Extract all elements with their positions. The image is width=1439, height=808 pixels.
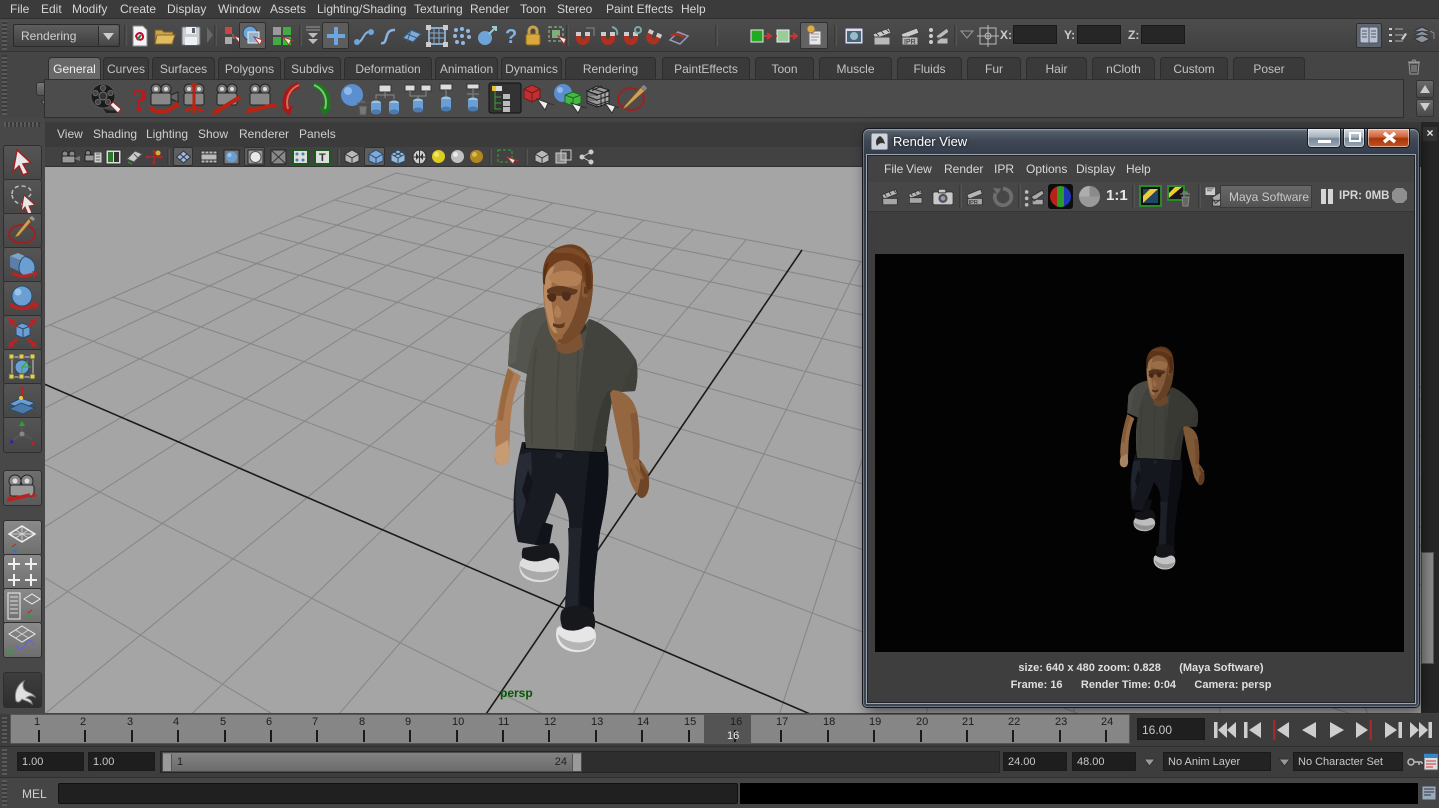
svg-text:?: ? [505, 26, 517, 48]
svg-text:IPR: IPR [969, 200, 978, 206]
svg-text:IPR: IPR [904, 39, 916, 46]
svg-text:T: T [319, 152, 326, 164]
